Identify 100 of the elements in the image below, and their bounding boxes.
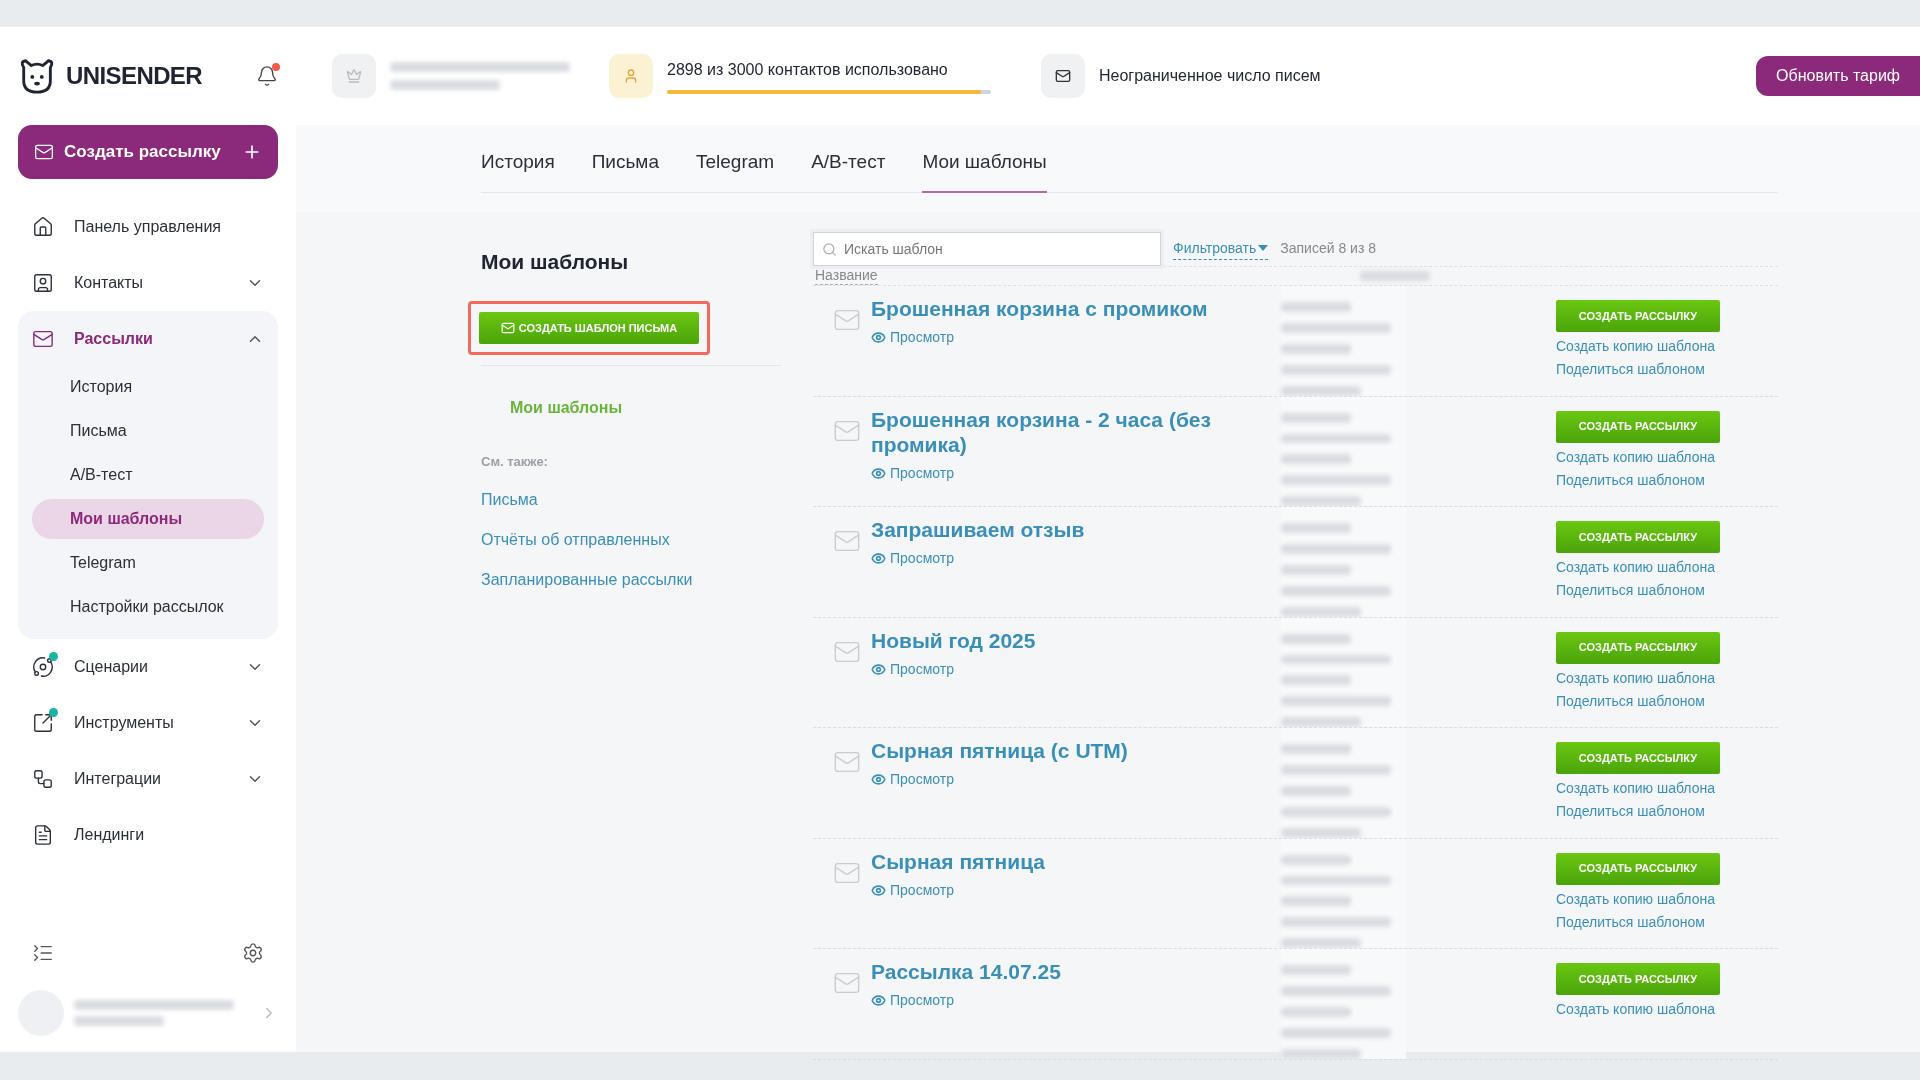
sidebar-item[interactable]: Рассылки (18, 311, 278, 367)
nav-icon (32, 712, 54, 734)
sidebar-subitem[interactable]: Настройки рассылок (32, 587, 264, 627)
copy-template-link[interactable]: Создать копию шаблона (1556, 999, 1720, 1021)
share-template-link[interactable]: Поделиться шаблоном (1556, 359, 1720, 381)
eye-icon (871, 772, 886, 788)
preview-link[interactable]: Просмотр (871, 990, 1281, 1012)
caret-icon (1258, 245, 1269, 252)
redacted-text (1281, 675, 1351, 686)
copy-template-link[interactable]: Создать копию шаблона (1556, 557, 1720, 579)
share-template-link[interactable]: Поделиться шаблоном (1556, 469, 1720, 491)
collapse-menu-icon[interactable] (32, 942, 54, 964)
template-name-link[interactable]: Рассылка 14.07.25 (871, 959, 1281, 985)
share-template-link[interactable]: Поделиться шаблоном (1556, 911, 1720, 933)
notification-bell-icon[interactable] (256, 65, 278, 87)
sidebar-item[interactable]: Панель управления (18, 199, 278, 255)
tab[interactable]: Мои шаблоны (922, 133, 1047, 193)
person-icon (623, 68, 639, 84)
crown-icon (346, 68, 362, 84)
tab[interactable]: A/B-тест (811, 133, 886, 193)
redacted-text (1281, 454, 1351, 465)
create-campaign-button[interactable]: СОЗДАТЬ РАССЫЛКУ (1556, 852, 1720, 885)
tab[interactable]: Telegram (696, 133, 775, 193)
eye-icon (871, 330, 886, 346)
template-name-link[interactable]: Запрашиваем отзыв (871, 517, 1281, 543)
create-campaign-button[interactable]: СОЗДАТЬ РАССЫЛКУ (1556, 300, 1720, 333)
sidebar-item[interactable]: Контакты (18, 255, 278, 311)
nav-icon (32, 656, 54, 678)
nav-icon (32, 824, 54, 846)
copy-template-link[interactable]: Создать копию шаблона (1556, 446, 1720, 468)
redacted-text (1281, 302, 1351, 313)
search-field[interactable]: Искать шаблон (813, 231, 1161, 266)
records-count: Записей 8 из 8 (1280, 239, 1377, 259)
envelope-icon (500, 321, 515, 336)
preview-link[interactable]: Просмотр (871, 548, 1281, 570)
create-campaign-button[interactable]: Создать рассылку (18, 125, 278, 179)
sidebar-item[interactable]: Лендинги (18, 807, 278, 863)
eye-icon (871, 661, 886, 677)
eye-icon (871, 551, 886, 567)
copy-template-link[interactable]: Создать копию шаблона (1556, 667, 1720, 689)
copy-template-link[interactable]: Создать копию шаблона (1556, 336, 1720, 358)
related-link[interactable]: Запланированные рассылки (481, 567, 781, 592)
copy-template-link[interactable]: Создать копию шаблона (1556, 778, 1720, 800)
letters-limit-text: Неограниченное число писем (1099, 66, 1321, 86)
redacted-text (1281, 523, 1351, 534)
envelope-icon (1055, 68, 1071, 84)
sidebar-item[interactable]: Инструменты (18, 695, 278, 751)
create-campaign-button[interactable]: СОЗДАТЬ РАССЫЛКУ (1556, 521, 1720, 554)
redacted-text (1359, 270, 1430, 281)
settings-icon[interactable] (242, 942, 264, 964)
redacted-text (1281, 633, 1351, 644)
sidebar-subitem[interactable]: Письма (32, 411, 264, 451)
redacted-text (1281, 965, 1351, 976)
template-name-link[interactable]: Новый год 2025 (871, 627, 1281, 653)
envelope-icon (34, 142, 54, 162)
search-icon (822, 241, 837, 257)
share-template-link[interactable]: Поделиться шаблоном (1556, 580, 1720, 602)
preview-link[interactable]: Просмотр (871, 769, 1281, 791)
template-name-link[interactable]: Брошенная корзина - 2 часа (без промика) (871, 406, 1281, 457)
create-campaign-button[interactable]: СОЗДАТЬ РАССЫЛКУ (1556, 410, 1720, 443)
upgrade-plan-button[interactable]: Обновить тариф (1756, 56, 1920, 96)
sidebar-subitem[interactable]: Telegram (32, 543, 264, 583)
related-link[interactable]: Письма (481, 487, 781, 512)
logo-text: UNISENDER (66, 61, 202, 91)
preview-link[interactable]: Просмотр (871, 658, 1281, 680)
redacted-text (1281, 896, 1351, 907)
preview-link[interactable]: Просмотр (871, 879, 1281, 901)
create-campaign-button[interactable]: СОЗДАТЬ РАССЫЛКУ (1556, 742, 1720, 775)
filter-dropdown[interactable]: Фильтровать (1173, 237, 1269, 260)
share-template-link[interactable]: Поделиться шаблоном (1556, 690, 1720, 712)
nav-icon (32, 328, 54, 350)
create-campaign-button[interactable]: СОЗДАТЬ РАССЫЛКУ (1556, 963, 1720, 996)
column-header: Название (815, 266, 878, 286)
redacted-text (1281, 1006, 1351, 1017)
create-template-button[interactable]: СОЗДАТЬ ШАБЛОН ПИСЬМА (479, 312, 699, 345)
copy-template-link[interactable]: Создать копию шаблона (1556, 888, 1720, 910)
sidebar-item[interactable]: Сценарии (18, 639, 278, 695)
template-name-link[interactable]: Сырная пятница (871, 848, 1281, 874)
redacted-text (1281, 343, 1351, 354)
template-name-link[interactable]: Сырная пятница (с UTM) (871, 738, 1281, 764)
page-title: Мои шаблоны (481, 248, 630, 275)
tab[interactable]: История (481, 133, 555, 193)
tab[interactable]: Письма (591, 133, 659, 193)
eye-icon (871, 993, 886, 1009)
sidebar-subitem[interactable]: A/B-тест (32, 455, 264, 495)
preview-link[interactable]: Просмотр (871, 327, 1281, 349)
current-section-link[interactable]: Мои шаблоны (510, 399, 623, 417)
redacted-text (1281, 744, 1351, 755)
create-campaign-button[interactable]: СОЗДАТЬ РАССЫЛКУ (1556, 631, 1720, 664)
related-link[interactable]: Отчёты об отправленных (481, 527, 781, 552)
redacted-text (1281, 785, 1351, 796)
preview-link[interactable]: Просмотр (871, 463, 1281, 484)
share-template-link[interactable]: Поделиться шаблоном (1556, 801, 1720, 823)
sidebar-item[interactable]: Интеграции (18, 751, 278, 807)
see-also-label: См. также: (481, 453, 549, 472)
sidebar-subitem[interactable]: Мои шаблоны (32, 499, 264, 539)
contacts-usage-text: 2898 из 3000 контактов использовано (667, 60, 949, 80)
sidebar-subitem[interactable]: История (32, 367, 264, 407)
template-name-link[interactable]: Брошенная корзина с промиком (871, 296, 1281, 322)
redacted-text (1281, 854, 1351, 865)
